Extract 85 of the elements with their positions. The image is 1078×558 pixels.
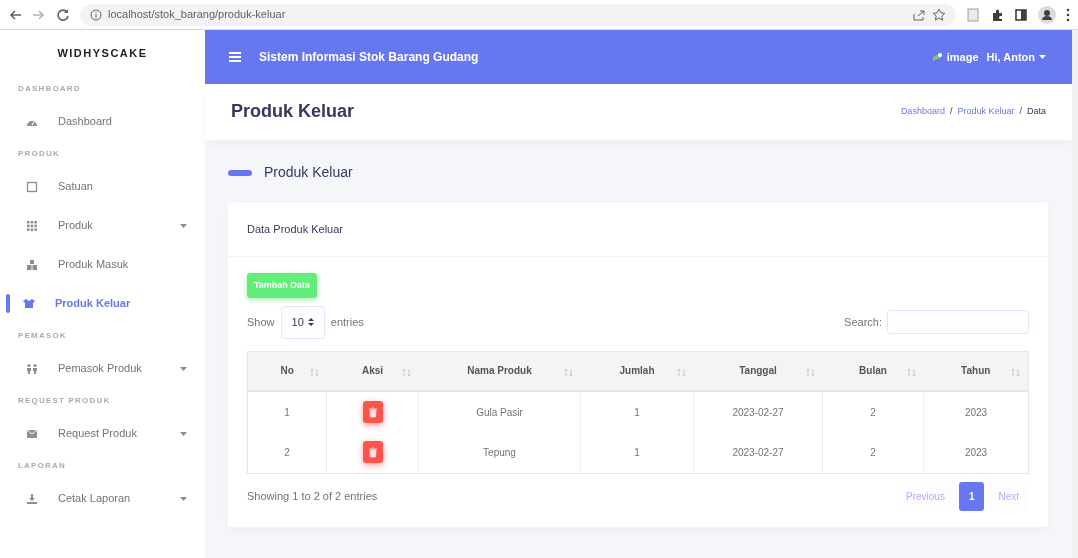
user-menu[interactable]: image Hi, Anton (931, 48, 1046, 66)
section-title: Produk Keluar (264, 163, 353, 182)
sort-arrows-icon[interactable] (906, 367, 916, 377)
table-cell: 2023-02-27 (693, 432, 823, 473)
breadcrumb-separator: / (1019, 105, 1022, 119)
breadcrumb-separator: / (949, 105, 953, 119)
column-header[interactable]: Nama Produk (418, 351, 581, 391)
sort-arrows-icon[interactable] (805, 367, 815, 377)
show-label: Show (247, 315, 275, 330)
caret-icon (1039, 55, 1046, 59)
card-title: Data Produk Keluar (228, 203, 1048, 257)
sidebar-item[interactable]: Dashboard (0, 102, 205, 141)
table-cell: 2023-02-27 (693, 391, 823, 432)
puzzle-icon[interactable] (990, 7, 1004, 22)
section-heading: LAPORAN (17, 460, 67, 472)
people-icon (26, 362, 38, 375)
envelope-icon (26, 427, 38, 440)
square-icon (26, 180, 38, 193)
sort-arrows-icon[interactable] (676, 367, 686, 377)
column-header[interactable]: Tahun (923, 351, 1029, 391)
url-text: localhost/stok_barang/produk-keluar (108, 7, 286, 23)
column-header[interactable]: Aksi (326, 351, 419, 391)
download-icon (26, 492, 38, 505)
sidebar-item[interactable]: Pemasok Produk (0, 349, 205, 388)
share-icon[interactable] (912, 7, 926, 22)
page-icon[interactable] (966, 7, 980, 22)
table-cell: 2023 (923, 391, 1029, 432)
table-cell: 1 (247, 391, 327, 432)
table-cell: 2 (247, 432, 327, 473)
section-heading: PRODUK (17, 148, 61, 160)
address-bar[interactable]: localhost/stok_barang/produk-keluar (80, 3, 956, 26)
table-cell: 2023 (923, 432, 1029, 473)
back-icon[interactable] (8, 7, 22, 22)
forward-icon[interactable] (32, 7, 46, 22)
page-title: Produk Keluar (231, 101, 355, 123)
section-heading: PEMASOK (17, 330, 68, 342)
side-panel-icon[interactable] (1014, 7, 1028, 22)
sidebar-item[interactable]: Produk (0, 206, 205, 245)
info-icon[interactable] (90, 8, 102, 21)
column-header[interactable]: Jumlah (580, 351, 694, 391)
grid-icon (26, 219, 38, 232)
table-cell: Gula Pasir (418, 391, 581, 432)
table-cell: 2 (822, 391, 924, 432)
sidebar-item[interactable]: Produk Keluar (0, 284, 205, 323)
sort-arrows-icon[interactable] (1011, 367, 1020, 377)
trash-icon (367, 406, 378, 418)
search-label: Search: (844, 315, 882, 330)
entries-label: entries (330, 315, 364, 330)
column-header[interactable]: No (247, 351, 327, 391)
delete-button[interactable] (362, 401, 383, 423)
page-button[interactable]: 1 (958, 481, 985, 511)
sidebar-item[interactable]: Satuan (0, 167, 205, 206)
brand-name: WIDHYSCAKE (56, 45, 149, 61)
section-heading: REQUEST PRODUK (17, 395, 112, 407)
delete-button[interactable] (362, 441, 383, 464)
search-field[interactable] (887, 310, 1029, 335)
trash-icon (367, 446, 378, 458)
sort-arrows-icon[interactable] (401, 367, 411, 377)
table-cell: 1 (580, 391, 694, 432)
breadcrumb-current: Data (1027, 105, 1046, 119)
breadcrumb-link[interactable]: Produk Keluar (957, 105, 1015, 119)
sort-arrows-icon[interactable] (309, 367, 319, 377)
page-length-select[interactable]: 10 (280, 306, 325, 339)
more-icon[interactable] (1066, 7, 1070, 22)
broken-image-icon (931, 52, 943, 62)
sort-arrows-icon[interactable] (563, 367, 573, 377)
table-cell: 1 (580, 432, 694, 473)
title-accent-bar (228, 169, 252, 176)
column-header[interactable]: Bulan (822, 351, 924, 391)
sidebar-item[interactable]: Produk Masuk (0, 245, 205, 284)
table-info: Showing 1 to 2 of 2 entries (247, 488, 378, 504)
section-heading: DASHBOARD (17, 83, 82, 95)
star-icon[interactable] (932, 7, 946, 22)
table-cell: Tepung (418, 432, 581, 473)
breadcrumb-link[interactable]: Dashboard (900, 105, 945, 119)
reload-icon[interactable] (56, 7, 70, 22)
app-title: Sistem Informasi Stok Barang Gudang (259, 49, 479, 66)
menu-icon[interactable] (229, 52, 241, 62)
sort-icon (307, 318, 314, 327)
table-cell: 2 (822, 432, 924, 473)
profile-icon[interactable] (1038, 5, 1056, 24)
sidebar-item[interactable]: Cetak Laporan (0, 479, 205, 518)
sidebar-item[interactable]: Request Produk (0, 414, 205, 453)
boxes-icon (26, 258, 38, 271)
column-header[interactable]: Tanggal (693, 351, 823, 391)
